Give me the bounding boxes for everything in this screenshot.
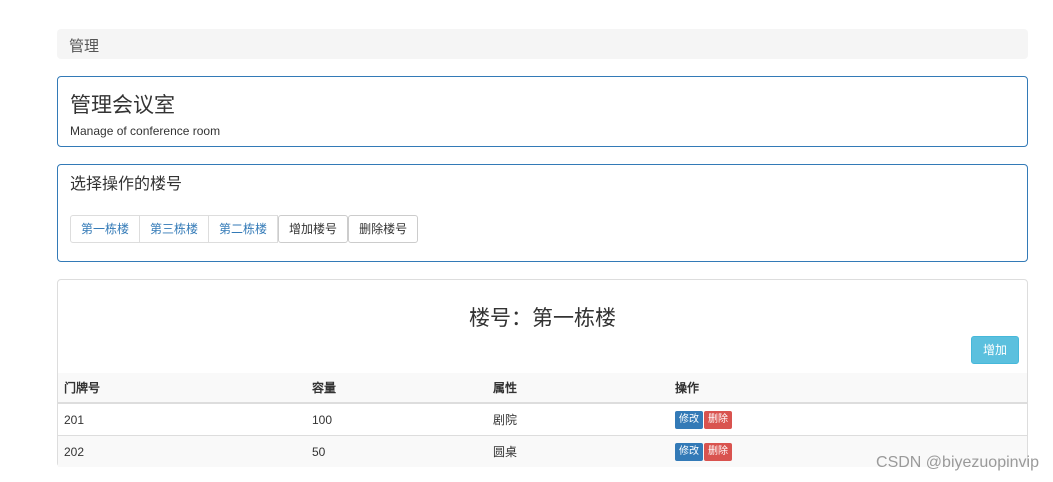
page-subtitle: Manage of conference room	[70, 124, 221, 138]
table-header-row: 门牌号 容量 属性 操作	[58, 373, 1027, 404]
building-select-panel: 选择操作的楼号 第一栋楼 第三栋楼 第二栋楼 增加楼号 删除楼号	[57, 164, 1028, 262]
room-type: 剧院	[487, 402, 669, 436]
room-type: 圆桌	[487, 435, 669, 467]
building-select-title: 选择操作的楼号	[70, 176, 183, 193]
column-header-actions: 操作	[669, 373, 1027, 404]
breadcrumb-label: 管理	[69, 38, 100, 55]
delete-room-button[interactable]: 删除	[704, 410, 732, 429]
add-building-button[interactable]: 增加楼号	[278, 215, 349, 243]
column-header-capacity: 容量	[306, 373, 487, 404]
room-capacity: 100	[306, 402, 487, 436]
building-button-1[interactable]: 第一栋楼	[70, 215, 141, 243]
building-button-group: 第一栋楼 第三栋楼 第二栋楼 增加楼号 删除楼号	[70, 215, 419, 243]
edit-room-button[interactable]: 修改	[675, 410, 703, 429]
page-header-panel: 管理会议室 Manage of conference room	[57, 76, 1028, 147]
watermark: CSDN @biyezuopinvip	[876, 454, 1039, 471]
table-row: 201 100 剧院 修改 删除	[58, 402, 1027, 436]
add-room-button[interactable]: 增加	[970, 336, 1019, 364]
delete-room-button[interactable]: 删除	[704, 442, 732, 461]
rooms-table: 门牌号 容量 属性 操作 201 100 剧院 修改 删除 202 50 圆桌 …	[58, 373, 1027, 467]
breadcrumb: 管理	[57, 29, 1028, 59]
page-title: 管理会议室	[70, 94, 175, 117]
floor-title: 楼号：第一栋楼	[469, 307, 616, 330]
room-capacity: 50	[306, 435, 487, 467]
room-number: 202	[58, 435, 306, 467]
rooms-panel: 楼号：第一栋楼 增加 门牌号 容量 属性 操作 201 100 剧院 修改删除	[57, 279, 1028, 467]
building-button-3[interactable]: 第三栋楼	[139, 215, 210, 243]
column-header-type: 属性	[487, 373, 669, 404]
room-number: 201	[58, 402, 306, 436]
column-header-number: 门牌号	[58, 373, 306, 404]
building-button-2[interactable]: 第二栋楼	[208, 215, 279, 243]
delete-building-button[interactable]: 删除楼号	[348, 215, 419, 243]
edit-room-button[interactable]: 修改	[675, 442, 703, 461]
page: 管理 管理会议室 Manage of conference room 选择操作的…	[0, 0, 1053, 482]
room-actions: 修改 删除	[669, 402, 1027, 436]
